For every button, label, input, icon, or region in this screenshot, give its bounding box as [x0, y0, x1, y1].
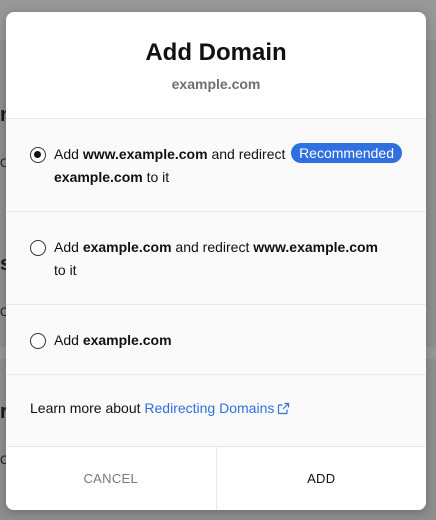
option-www-redirect[interactable]: Add www.example.com and redirect example… — [6, 119, 426, 212]
option-label: Add example.com and redirect www.example… — [54, 239, 378, 278]
domain-options: Add www.example.com and redirect example… — [6, 119, 426, 375]
recommended-badge: Recommended — [291, 143, 402, 163]
modal-header: Add Domain example.com — [6, 12, 426, 119]
option-apex-only[interactable]: Add example.com — [6, 305, 426, 375]
cancel-button[interactable]: CANCEL — [6, 447, 217, 510]
radio-apex-redirect[interactable] — [30, 240, 46, 256]
modal-subtitle: example.com — [171, 76, 261, 92]
radio-apex-only[interactable] — [30, 333, 46, 349]
option-label: Add www.example.com and redirect example… — [54, 146, 286, 185]
option-label: Add example.com — [54, 332, 172, 348]
learn-more-text: Learn more about — [30, 400, 145, 416]
add-domain-modal: Add Domain example.com Add www.example.c… — [6, 12, 426, 510]
modal-footer: CANCEL ADD — [6, 447, 426, 510]
add-button[interactable]: ADD — [216, 447, 426, 510]
redirecting-domains-link[interactable]: Redirecting Domains — [144, 400, 290, 416]
learn-more-row: Learn more about Redirecting Domains — [6, 375, 426, 447]
radio-www-redirect[interactable] — [30, 147, 46, 163]
modal-title: Add Domain — [145, 39, 287, 66]
option-apex-redirect[interactable]: Add example.com and redirect www.example… — [6, 212, 426, 305]
external-link-icon — [278, 402, 290, 415]
